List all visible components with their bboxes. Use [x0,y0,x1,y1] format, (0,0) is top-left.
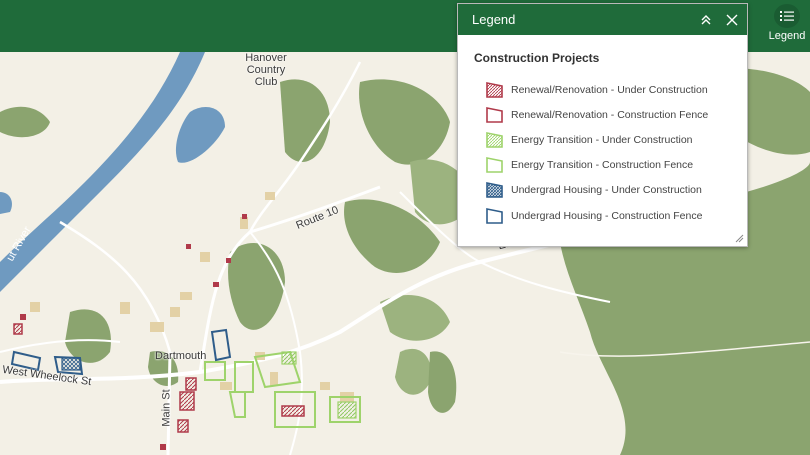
legend-panel-title: Legend [472,12,516,27]
legend-section-title: Construction Projects [474,51,600,65]
legend-item: Energy Transition - Under Construction [486,127,747,152]
legend-item-label: Renewal/Renovation - Construction Fence [511,108,709,121]
map-label-dartmouth: Dartmouth [155,350,207,362]
resize-handle-icon[interactable] [734,233,744,243]
map-label-main-st: Main St [160,389,173,427]
hatched-polygon-icon [486,131,504,148]
legend-item-label: Undergrad Housing - Under Construction [511,184,702,197]
legend-toggle-button[interactable]: Legend [764,0,810,52]
hatched-polygon-icon [486,81,504,98]
outline-polygon-icon [486,106,504,123]
close-icon[interactable] [721,9,743,31]
legend-item-label: Energy Transition - Under Construction [511,133,693,146]
outline-polygon-icon [486,157,504,173]
legend-items: Renewal/Renovation - Under Construction R… [486,77,747,228]
legend-item: Renewal/Renovation - Construction Fence [486,102,747,127]
legend-list-icon [774,4,800,28]
legend-item: Undergrad Housing - Under Construction [486,178,747,203]
legend-item-label: Energy Transition - Construction Fence [511,159,694,172]
legend-panel: Legend Construction Projects Renewal/Ren… [457,3,748,247]
map-label-country-club: Hanover Country Club [245,52,287,88]
legend-item: Undergrad Housing - Construction Fence [486,203,747,228]
legend-item-label: Renewal/Renovation - Under Construction [511,83,708,96]
legend-item: Energy Transition - Construction Fence [486,153,747,178]
legend-item-label: Undergrad Housing - Construction Fence [511,209,703,222]
legend-panel-header: Legend [458,4,747,35]
legend-item: Renewal/Renovation - Under Construction [486,77,747,102]
hatched-polygon-icon [486,182,504,199]
collapse-icon[interactable] [695,9,717,31]
outline-polygon-icon [486,207,504,224]
legend-button-label: Legend [768,30,806,42]
